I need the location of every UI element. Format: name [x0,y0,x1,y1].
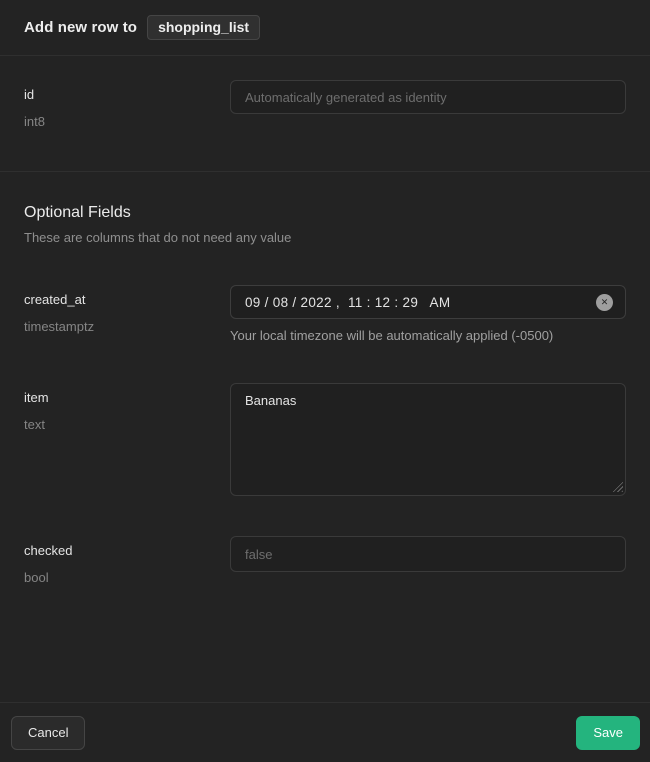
field-label-item: item text [24,383,230,432]
field-input-col-checked [230,536,626,572]
id-input [230,80,626,114]
field-label-checked: checked bool [24,536,230,585]
field-row-id: id int8 [0,80,650,129]
clear-datetime-icon[interactable]: ✕ [596,294,613,311]
field-input-col-id [230,80,626,114]
field-input-col-item: Bananas [230,383,626,496]
field-row-item: item text Bananas [0,383,650,496]
timezone-helper-text: Your local timezone will be automaticall… [230,328,626,343]
field-name-id: id [24,87,230,102]
checked-input[interactable] [230,536,626,572]
field-name-item: item [24,390,230,405]
created-at-value[interactable]: 09 / 08 / 2022 , 11 : 12 : 29 AM [245,295,450,310]
created-at-datetime-input[interactable]: 09 / 08 / 2022 , 11 : 12 : 29 AM ✕ [230,285,626,319]
field-input-col-created-at: 09 / 08 / 2022 , 11 : 12 : 29 AM ✕ Your … [230,285,626,343]
item-textarea-wrap: Bananas [230,383,626,496]
field-label-id: id int8 [24,80,230,129]
field-name-checked: checked [24,543,230,558]
panel-footer: Cancel Save [0,702,650,762]
add-row-panel: Add new row to shopping_list id int8 Opt… [0,0,650,762]
field-type-item: text [24,417,230,432]
item-textarea[interactable]: Bananas [230,383,626,496]
panel-title: Add new row to [24,19,137,36]
field-type-created-at: timestamptz [24,319,230,334]
field-type-id: int8 [24,114,230,129]
cancel-button[interactable]: Cancel [11,716,85,750]
table-name-badge: shopping_list [147,15,260,40]
panel-header: Add new row to shopping_list [0,0,650,56]
field-row-checked: checked bool [0,536,650,585]
field-label-created-at: created_at timestamptz [24,285,230,334]
optional-fields-title: Optional Fields [24,204,626,222]
field-row-created-at: created_at timestamptz 09 / 08 / 2022 , … [0,285,650,343]
form-body: id int8 Optional Fields These are column… [0,56,650,702]
optional-fields-subtitle: These are columns that do not need any v… [24,230,626,245]
field-type-checked: bool [24,570,230,585]
save-button[interactable]: Save [576,716,640,750]
optional-fields-section-head: Optional Fields These are columns that d… [0,172,650,245]
field-name-created-at: created_at [24,292,230,307]
